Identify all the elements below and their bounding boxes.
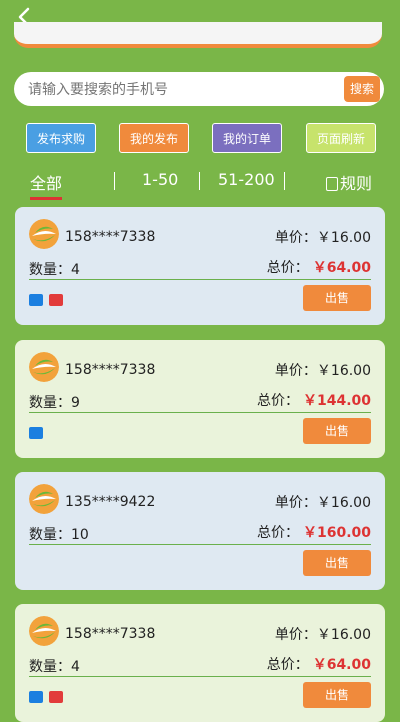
- quantity-label: 数量：: [29, 262, 71, 278]
- sell-button[interactable]: 出售: [303, 682, 371, 708]
- quantity-value: 4: [71, 659, 80, 675]
- tab-all[interactable]: 全部: [30, 170, 63, 200]
- listing-card: 158****7338 数量：4 单价：￥16.00 总价： ￥64.00 出售: [15, 604, 385, 722]
- total-price: 总价： ￥144.00: [257, 390, 371, 410]
- quantity: 数量：4: [29, 656, 80, 676]
- tab-divider: [284, 172, 285, 190]
- unit-price: 单价：￥16.00: [275, 227, 371, 247]
- alipay-icon: [29, 427, 43, 439]
- quantity-label: 数量：: [29, 395, 71, 411]
- unit-price-value: ￥16.00: [316, 627, 371, 643]
- quantity-label: 数量：: [29, 659, 71, 675]
- unit-price-label: 单价：: [274, 495, 317, 511]
- unit-price-label: 单价：: [274, 230, 317, 246]
- quantity: 数量：10: [29, 524, 89, 544]
- seller-avatar: [29, 484, 59, 514]
- payment-methods: [29, 291, 69, 306]
- total-price-value: ￥64.00: [312, 657, 371, 673]
- quantity: 数量：4: [29, 259, 80, 279]
- total-price: 总价： ￥64.00: [267, 654, 371, 674]
- listing-card: 135****9422 数量：10 单价：￥16.00 总价： ￥160.00 出…: [15, 472, 385, 590]
- sell-button[interactable]: 出售: [303, 550, 371, 576]
- unit-price-value: ￥16.00: [316, 495, 371, 511]
- total-price: 总价： ￥160.00: [257, 522, 371, 542]
- sell-button[interactable]: 出售: [303, 285, 371, 311]
- unionpay-icon: [49, 691, 63, 703]
- payment-methods: [29, 688, 69, 703]
- post-request-button[interactable]: 发布求购: [26, 123, 96, 153]
- alipay-icon: [29, 294, 43, 306]
- seller-phone: 158****7338: [65, 626, 156, 642]
- unit-price: 单价：￥16.00: [275, 624, 371, 644]
- seller-phone: 158****7338: [65, 362, 156, 378]
- alipay-icon: [29, 691, 43, 703]
- search-input[interactable]: [26, 76, 350, 104]
- sell-button[interactable]: 出售: [303, 418, 371, 444]
- total-price-value: ￥64.00: [312, 260, 371, 276]
- quantity-value: 10: [71, 527, 89, 543]
- unit-price: 单价：￥16.00: [275, 360, 371, 380]
- total-price-label: 总价：: [266, 260, 309, 276]
- my-orders-button[interactable]: 我的订单: [212, 123, 282, 153]
- card-divider: [29, 412, 371, 413]
- unit-price: 单价：￥16.00: [275, 492, 371, 512]
- action-buttons: 发布求购 我的发布 我的订单 页面刷新: [26, 123, 376, 153]
- unionpay-icon: [49, 294, 63, 306]
- unit-price-label: 单价：: [274, 363, 317, 379]
- unit-price-value: ￥16.00: [316, 363, 371, 379]
- tab-divider: [114, 172, 115, 190]
- seller-phone: 158****7338: [65, 229, 156, 245]
- quantity: 数量：9: [29, 392, 80, 412]
- seller-avatar: [29, 616, 59, 646]
- tab-rules-label: 规则: [340, 174, 373, 193]
- quantity-value: 4: [71, 262, 80, 278]
- my-posts-button[interactable]: 我的发布: [119, 123, 189, 153]
- card-divider: [29, 676, 371, 677]
- tab-rules[interactable]: 规则: [326, 170, 372, 194]
- card-divider: [29, 544, 371, 545]
- total-price-label: 总价：: [266, 657, 309, 673]
- search-button[interactable]: 搜索: [344, 76, 380, 102]
- top-bar: [0, 0, 400, 50]
- seller-avatar: [29, 352, 59, 382]
- tab-51-200[interactable]: 51-200: [218, 170, 275, 189]
- card-divider: [29, 279, 371, 280]
- filter-tabs: 全部 1-50 51-200 规则: [0, 166, 400, 200]
- total-price-value: ￥144.00: [302, 393, 371, 409]
- total-price: 总价： ￥64.00: [267, 257, 371, 277]
- listing-card: 158****7338 数量：4 单价：￥16.00 总价： ￥64.00 出售: [15, 207, 385, 325]
- total-price-value: ￥160.00: [302, 525, 371, 541]
- search-bar: 搜索: [14, 72, 384, 106]
- seller-phone: 135****9422: [65, 494, 156, 510]
- payment-methods: [29, 424, 49, 439]
- unit-price-label: 单价：: [274, 627, 317, 643]
- total-price-label: 总价：: [256, 393, 299, 409]
- header-banner: [14, 22, 382, 48]
- rules-icon: [326, 177, 338, 191]
- refresh-page-button[interactable]: 页面刷新: [306, 123, 376, 153]
- tab-divider: [199, 172, 200, 190]
- total-price-label: 总价：: [256, 525, 299, 541]
- unit-price-value: ￥16.00: [316, 230, 371, 246]
- tab-1-50[interactable]: 1-50: [142, 170, 178, 189]
- quantity-value: 9: [71, 395, 80, 411]
- quantity-label: 数量：: [29, 527, 71, 543]
- seller-avatar: [29, 219, 59, 249]
- listing-card: 158****7338 数量：9 单价：￥16.00 总价： ￥144.00 出售: [15, 340, 385, 458]
